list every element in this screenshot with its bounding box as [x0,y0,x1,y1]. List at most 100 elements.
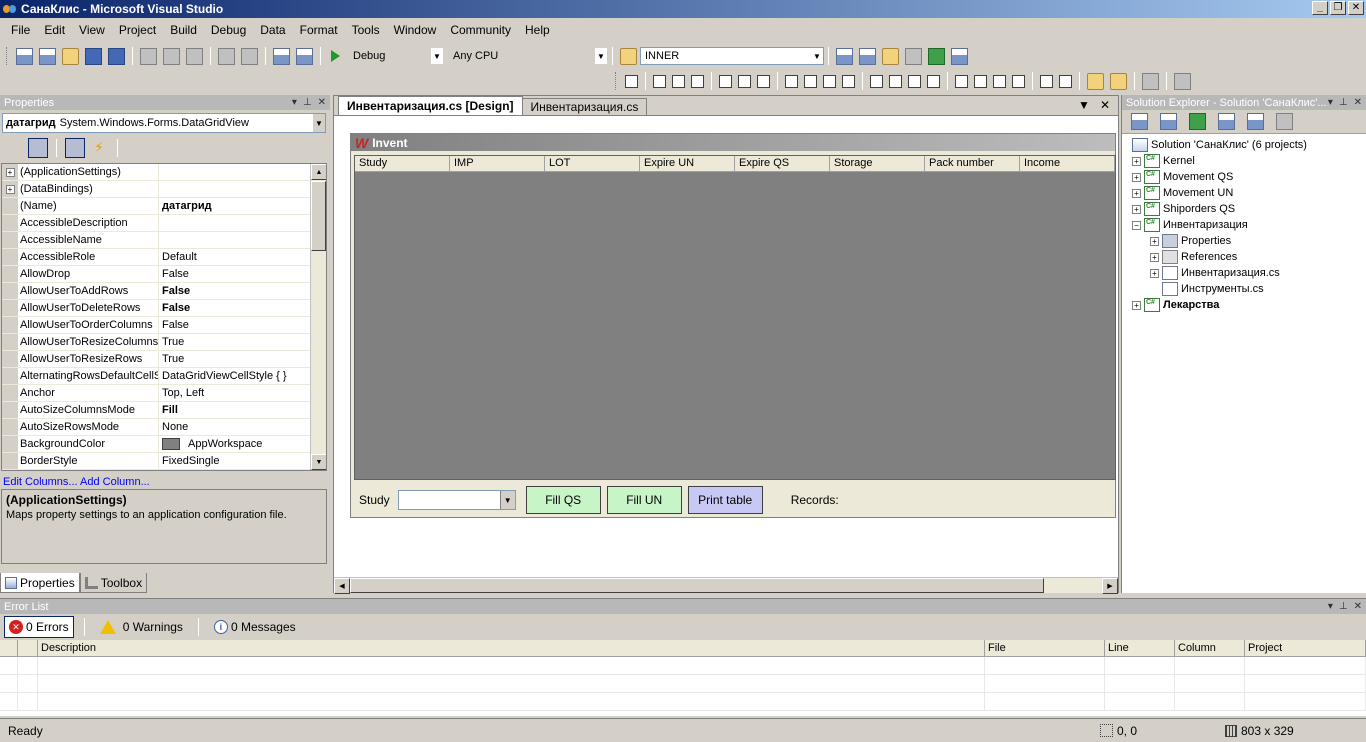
property-row[interactable]: BorderStyle FixedSingle [2,453,326,470]
tree-node[interactable]: +Movement UN [1122,185,1366,201]
property-row[interactable]: AccessibleName [2,232,326,249]
property-value[interactable]: DataGridViewCellStyle { } [159,368,326,384]
expand-icon[interactable]: + [1132,188,1141,198]
property-row[interactable]: AllowUserToResizeRows True [2,351,326,368]
tab-inventory-design[interactable]: Инвентаризация.cs [Design] [338,96,523,115]
close-icon[interactable]: ✕ [1354,95,1362,110]
property-value[interactable]: FixedSingle [159,453,326,469]
fill-qs-button[interactable]: Fill QS [525,486,601,514]
column-file[interactable]: File [985,640,1105,656]
align-bottoms-icon[interactable] [757,74,770,88]
tab-properties[interactable]: Properties [0,573,80,593]
dropdown-icon[interactable]: ▾ [1328,599,1333,614]
tab-toolbox[interactable]: Toolbox [79,573,148,593]
bring-to-front-icon[interactable] [1087,72,1104,90]
navigate-backward-icon[interactable] [273,47,290,65]
tree-node[interactable]: +Movement QS [1122,169,1366,185]
fill-un-button[interactable]: Fill UN [606,486,682,514]
study-select[interactable]: ▼ [397,490,516,510]
tree-node[interactable]: −Инвентаризация [1122,217,1366,233]
menu-build[interactable]: Build [163,20,204,41]
tree-node[interactable]: +Shiporders QS [1122,201,1366,217]
collapse-icon[interactable]: − [1132,220,1141,230]
grid-column-header[interactable]: LOT [545,156,640,171]
property-grid-scrollbar[interactable]: ▲ ▼ [310,164,326,470]
property-value[interactable]: Fill [159,402,326,418]
horizontal-spacing-equal-icon[interactable] [870,74,883,88]
property-row[interactable]: AllowUserToResizeColumns True [2,334,326,351]
property-row[interactable]: AllowUserToDeleteRows False [2,300,326,317]
tree-node[interactable]: +Лекарства [1122,297,1366,313]
paste-icon[interactable] [186,47,203,65]
copy-icon[interactable] [163,47,180,65]
remove-horizontal-spacing-icon[interactable] [927,74,940,88]
align-to-grid-icon[interactable] [625,74,638,88]
expand-icon[interactable]: + [2,164,18,180]
vertical-spacing-equal-icon[interactable] [955,74,968,88]
property-row[interactable]: AccessibleDescription [2,215,326,232]
window-layout-icon[interactable] [951,47,968,65]
expand-icon[interactable]: + [1150,236,1159,246]
align-middles-icon[interactable] [738,74,751,88]
increase-horizontal-spacing-icon[interactable] [889,74,902,88]
restore-button[interactable]: ❐ [1330,1,1346,15]
view-code-icon[interactable] [1218,113,1235,130]
properties-icon[interactable] [1131,113,1148,130]
grid-column-header[interactable]: Expire UN [640,156,735,171]
grid-column-header[interactable]: Income [1020,156,1115,171]
scroll-down-icon[interactable]: ▼ [311,454,326,470]
expand-icon[interactable]: + [1150,252,1159,262]
messages-filter-button[interactable]: i 0 Messages [209,616,301,638]
pin-icon[interactable]: ⊥ [1339,95,1348,110]
grid-column-header[interactable]: Expire QS [735,156,830,171]
grid-column-header[interactable]: Study [355,156,450,171]
properties-view-icon[interactable] [65,138,85,158]
start-debugging-icon[interactable] [331,50,340,62]
grid-column-header[interactable]: Pack number [925,156,1020,171]
solution-root[interactable]: Solution 'СанаКлис' (6 projects) [1122,137,1366,153]
align-centers-icon[interactable] [672,74,685,88]
tree-node[interactable]: + References [1122,249,1366,265]
dropdown-icon[interactable]: ▾ [292,95,297,110]
align-rights-icon[interactable] [691,74,704,88]
scroll-right-icon[interactable]: ▶ [1102,578,1118,594]
expand-icon[interactable]: + [1132,172,1141,182]
property-value[interactable]: None [159,419,326,435]
property-row[interactable]: AutoSizeRowsMode None [2,419,326,436]
property-row[interactable]: + (ApplicationSettings) [2,164,326,181]
grid-column-header[interactable]: IMP [450,156,545,171]
navigate-forward-icon[interactable] [296,47,313,65]
warnings-filter-button[interactable]: 0 Warnings [95,616,188,638]
expand-icon[interactable]: + [1132,204,1141,214]
invent-form[interactable]: W Invent Study IMP LOT Expire UN Expire QS St… [350,133,1116,518]
find-in-files-icon[interactable] [620,47,637,65]
pin-icon[interactable]: ⊥ [303,95,312,110]
size-to-grid-icon[interactable] [804,74,817,88]
new-project-icon[interactable] [16,47,33,65]
tab-inventory-code[interactable]: Инвентаризация.cs [521,98,648,115]
property-value[interactable]: False [159,317,326,333]
solution-platform-select[interactable]: Any CPU ▼ [448,47,608,65]
toolbar-grip[interactable] [6,47,9,65]
remove-vertical-spacing-icon[interactable] [1012,74,1025,88]
lock-controls-icon[interactable] [1142,72,1159,90]
column-column[interactable]: Column [1175,640,1245,656]
undo-icon[interactable] [218,47,235,65]
center-horizontally-icon[interactable] [1040,74,1053,88]
object-selector[interactable]: датагрид System.Windows.Forms.DataGridVi… [2,113,326,133]
make-same-height-icon[interactable] [823,74,836,88]
save-all-icon[interactable] [108,47,125,65]
property-value[interactable]: датагрид [159,198,326,214]
scroll-left-icon[interactable]: ◀ [334,578,350,594]
property-row[interactable]: AllowUserToOrderColumns False [2,317,326,334]
tab-order-icon[interactable] [1174,72,1191,90]
print-table-button[interactable]: Print table [687,486,763,514]
property-value[interactable]: False [159,266,326,282]
expand-icon[interactable]: + [1150,268,1159,278]
property-row[interactable]: AllowDrop False [2,266,326,283]
property-row[interactable]: (Name) датагрид [2,198,326,215]
find-input[interactable]: INNER ▼ [640,47,824,65]
class-diagram-icon[interactable] [1276,113,1293,130]
make-same-size-icon[interactable] [842,74,855,88]
property-row[interactable]: + (DataBindings) [2,181,326,198]
